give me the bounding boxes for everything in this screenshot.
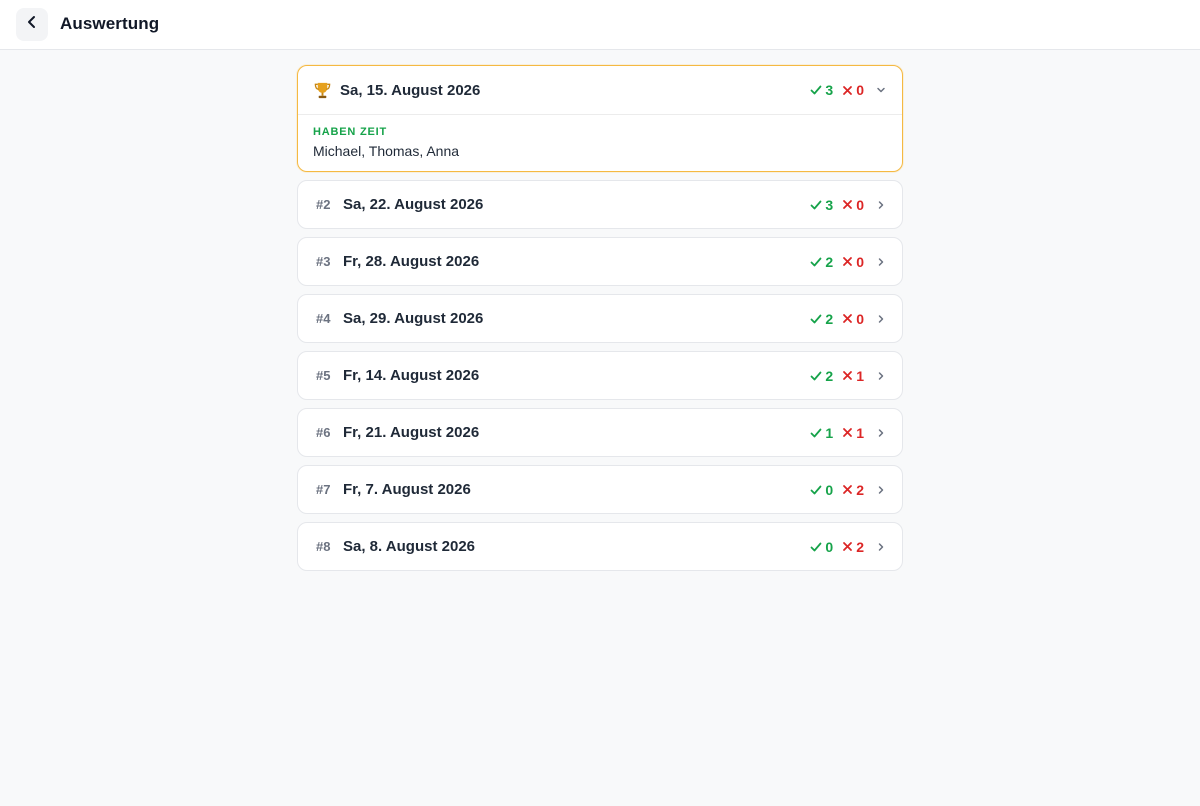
result-card[interactable]: #2 Sa, 22. August 2026 3 0 — [297, 180, 903, 229]
no-count: 2 — [842, 539, 864, 555]
result-row[interactable]: #4 Sa, 29. August 2026 2 0 — [298, 295, 902, 342]
check-icon — [811, 314, 822, 323]
event-date: Sa, 29. August 2026 — [343, 310, 484, 327]
result-row[interactable]: #8 Sa, 8. August 2026 0 2 — [298, 523, 902, 570]
no-count: 2 — [842, 482, 864, 498]
cross-icon — [843, 200, 853, 209]
cross-icon — [843, 314, 853, 323]
result-card[interactable]: #8 Sa, 8. August 2026 0 2 — [297, 522, 903, 571]
yes-count: 2 — [810, 254, 833, 270]
chevron-left-icon — [25, 15, 39, 34]
rank-label: #5 — [316, 368, 331, 383]
chevron-right-icon[interactable] — [875, 199, 887, 211]
no-count: 0 — [842, 82, 864, 98]
result-row[interactable]: #5 Fr, 14. August 2026 2 1 — [298, 352, 902, 399]
event-date: Fr, 7. August 2026 — [343, 481, 471, 498]
cross-icon — [843, 257, 853, 266]
winner-details: HABEN ZEIT Michael, Thomas, Anna — [298, 114, 902, 171]
no-count: 1 — [842, 368, 864, 384]
rank-label: #2 — [316, 197, 331, 212]
result-row[interactable]: #7 Fr, 7. August 2026 0 2 — [298, 466, 902, 513]
rank-label: #3 — [316, 254, 331, 269]
yes-count: 0 — [810, 482, 833, 498]
check-icon — [811, 85, 822, 95]
available-label: HABEN ZEIT — [313, 126, 387, 138]
cross-icon — [843, 542, 853, 551]
chevron-right-icon[interactable] — [875, 256, 887, 268]
result-card[interactable]: #7 Fr, 7. August 2026 0 2 — [297, 465, 903, 514]
rank-label: #4 — [316, 311, 331, 326]
event-date: Sa, 22. August 2026 — [343, 196, 484, 213]
chevron-right-icon[interactable] — [875, 427, 887, 439]
vote-counts: 1 1 — [810, 425, 864, 441]
cross-icon — [843, 485, 853, 494]
trophy-icon — [313, 81, 340, 100]
yes-count: 2 — [810, 368, 833, 384]
yes-count: 1 — [810, 425, 833, 441]
chevron-right-icon[interactable] — [875, 484, 887, 496]
cross-icon — [843, 371, 853, 380]
no-count: 0 — [842, 311, 864, 327]
no-count: 0 — [842, 254, 864, 270]
chevron-right-icon[interactable] — [875, 541, 887, 553]
result-card[interactable]: #5 Fr, 14. August 2026 2 1 — [297, 351, 903, 400]
rank-label: #8 — [316, 539, 331, 554]
result-row[interactable]: #3 Fr, 28. August 2026 2 0 — [298, 238, 902, 285]
vote-counts: 0 2 — [810, 539, 864, 555]
available-names: Michael, Thomas, Anna — [313, 143, 460, 159]
page-title: Auswertung — [60, 14, 160, 33]
no-count: 1 — [842, 425, 864, 441]
chevron-right-icon[interactable] — [875, 313, 887, 325]
yes-count: 3 — [810, 197, 833, 213]
back-button[interactable] — [16, 8, 48, 41]
result-card[interactable]: #4 Sa, 29. August 2026 2 0 — [297, 294, 903, 343]
vote-counts: 2 1 — [810, 368, 864, 384]
check-icon — [811, 200, 822, 209]
results-list: Sa, 15. August 2026 3 0 HABEN ZEIT Micha… — [297, 65, 903, 579]
yes-count: 2 — [810, 311, 833, 327]
winner-card[interactable]: Sa, 15. August 2026 3 0 HABEN ZEIT Micha… — [297, 65, 903, 172]
vote-counts: 3 0 — [810, 82, 864, 98]
result-card[interactable]: #6 Fr, 21. August 2026 1 1 — [297, 408, 903, 457]
check-icon — [811, 485, 822, 494]
cross-icon — [843, 428, 853, 437]
check-icon — [811, 428, 822, 437]
check-icon — [811, 371, 822, 380]
result-row[interactable]: #2 Sa, 22. August 2026 3 0 — [298, 181, 902, 228]
chevron-right-icon[interactable] — [875, 370, 887, 382]
rank-label: #7 — [316, 482, 331, 497]
yes-count: 3 — [810, 82, 833, 98]
event-date: Sa, 15. August 2026 — [340, 81, 481, 99]
check-icon — [811, 542, 822, 551]
rank-label: #6 — [316, 425, 331, 440]
vote-counts: 2 0 — [810, 311, 864, 327]
cross-icon — [843, 85, 853, 95]
chevron-down-icon[interactable] — [875, 84, 887, 96]
event-date: Fr, 21. August 2026 — [343, 424, 480, 441]
yes-count: 0 — [810, 539, 833, 555]
result-row[interactable]: #6 Fr, 21. August 2026 1 1 — [298, 409, 902, 456]
event-date: Sa, 8. August 2026 — [343, 538, 475, 555]
vote-counts: 0 2 — [810, 482, 864, 498]
vote-counts: 2 0 — [810, 254, 864, 270]
app-header: Auswertung — [0, 0, 1200, 50]
event-date: Fr, 28. August 2026 — [343, 253, 480, 270]
no-count: 0 — [842, 197, 864, 213]
vote-counts: 3 0 — [810, 197, 864, 213]
event-date: Fr, 14. August 2026 — [343, 367, 480, 384]
result-card[interactable]: #3 Fr, 28. August 2026 2 0 — [297, 237, 903, 286]
winner-row[interactable]: Sa, 15. August 2026 3 0 — [298, 66, 902, 114]
check-icon — [811, 257, 822, 266]
